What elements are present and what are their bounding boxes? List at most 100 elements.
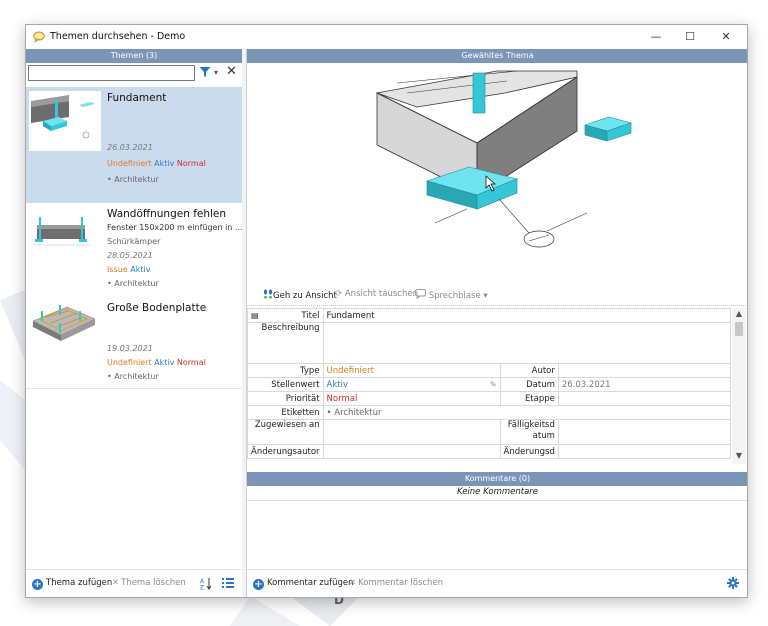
add-comment-label: Kommentar zufügen: [267, 578, 354, 588]
priority-badge: Normal: [176, 358, 206, 367]
selected-topic-header: Gewähltes Thema: [247, 49, 747, 63]
modified-date-value[interactable]: [557, 444, 731, 459]
topic-label: • Architektur: [107, 279, 159, 288]
comments-toolbar: + Kommentar zufügen ✕ Kommentar löschen: [247, 569, 747, 597]
modified-author-value[interactable]: [322, 444, 501, 459]
due-value[interactable]: [557, 419, 731, 445]
viewpoint-toolbar: Geh zu Ansicht ⟳ Ansicht tauschen Sprech…: [247, 283, 747, 306]
due-label: Fälligkeitsdatum: [499, 419, 559, 445]
topic-date: 28.05.2021: [107, 251, 153, 260]
chevron-down-icon: ▾: [483, 291, 488, 301]
pencil-icon[interactable]: ✎: [490, 380, 497, 389]
properties-scrollbar[interactable]: ▲ ▼: [732, 308, 746, 464]
viewpoint-snapshot[interactable]: [247, 63, 748, 283]
close-window-button[interactable]: ✕: [709, 25, 743, 49]
add-comment-button[interactable]: + Kommentar zufügen: [253, 578, 354, 590]
chevron-down-icon[interactable]: ▾: [214, 66, 218, 79]
status-badge: Aktiv: [130, 265, 151, 274]
description-value[interactable]: [322, 322, 731, 364]
speech-bubble-button[interactable]: Sprechblase ▾: [415, 289, 488, 301]
topic-title: Wandöffnungen fehlen: [107, 208, 227, 220]
search-input[interactable]: [28, 65, 195, 81]
modified-author-label: Änderungsautor: [247, 444, 324, 459]
maximize-button[interactable]: ☐: [673, 25, 707, 49]
assigned-value[interactable]: [322, 419, 501, 445]
stage-value[interactable]: [557, 391, 731, 406]
status-badge: Aktiv: [154, 358, 175, 367]
topics-header: Themen (3): [26, 49, 242, 63]
title-label: Titel: [301, 310, 320, 321]
swap-view-label: Ansicht tauschen: [344, 289, 418, 299]
topic-author: Schürkämper: [107, 237, 161, 246]
properties-grid: ▤ Titel Fundament Beschreibung Type Unde…: [247, 308, 731, 464]
comments-header: Kommentare (0): [247, 472, 747, 486]
plus-circle-icon: +: [32, 579, 43, 590]
delete-comment-label: Kommentar löschen: [358, 578, 444, 588]
topic-thumbnail: [29, 299, 101, 359]
plus-circle-icon: +: [253, 579, 264, 590]
status-value: Aktiv: [326, 379, 349, 390]
topic-thumbnail: [29, 207, 101, 267]
topics-toolbar: + Thema zufügen ✕ Thema löschen A Z: [26, 569, 242, 597]
window-title: Themen durchsehen - Demo: [50, 31, 186, 42]
topic-item-fundament[interactable]: Fundament 26.03.2021 Undefiniert Aktiv N…: [26, 87, 242, 203]
type-value[interactable]: Undefiniert: [322, 363, 501, 378]
topic-title: Große Bodenplatte: [107, 302, 207, 314]
scroll-down-icon[interactable]: ▼: [732, 451, 746, 460]
title-bar: Themen durchsehen - Demo — ☐ ✕: [26, 25, 747, 49]
grid-toggle-icon[interactable]: ▤: [251, 311, 259, 320]
delete-x-icon: ✕: [112, 578, 120, 588]
minimize-button[interactable]: —: [639, 25, 673, 49]
type-badge: Undefiniert: [107, 159, 152, 168]
close-icon[interactable]: ✕: [226, 65, 237, 79]
labels-label: Etiketten: [247, 405, 324, 420]
status-label: Stellenwert: [247, 377, 324, 392]
list-icon[interactable]: [222, 577, 234, 589]
topic-states: Issue Aktiv: [107, 265, 150, 274]
sort-az-icon[interactable]: A Z: [200, 577, 212, 590]
gear-icon[interactable]: [727, 577, 739, 589]
topic-states: Undefiniert Aktiv Normal: [107, 159, 206, 168]
topic-title: Fundament: [107, 92, 167, 104]
scroll-up-icon[interactable]: ▲: [732, 309, 746, 318]
topic-item-bodenplatte[interactable]: Große Bodenplatte 19.03.2021 Undefiniert…: [26, 297, 242, 387]
priority-label: Priorität: [247, 391, 324, 406]
title-value[interactable]: Fundament: [322, 308, 731, 323]
author-value[interactable]: [557, 363, 731, 378]
delete-topic-label: Thema löschen: [121, 578, 186, 588]
author-label: Autor: [499, 363, 559, 378]
goto-view-label: Geh zu Ansicht: [273, 291, 337, 301]
goto-view-button[interactable]: Geh zu Ansicht: [263, 289, 337, 301]
topic-states: Undefiniert Aktiv Normal: [107, 358, 206, 367]
topic-date: 19.03.2021: [107, 344, 153, 353]
speech-bubble-icon: [415, 289, 426, 300]
list-divider: [26, 388, 242, 389]
assigned-label: Zugewiesen an: [247, 419, 324, 445]
status-cell[interactable]: Aktiv ✎: [322, 377, 501, 392]
status-badge: Aktiv: [154, 159, 175, 168]
topic-item-wandoeffnungen[interactable]: Wandöffnungen fehlen Fenster 150x200 m e…: [26, 203, 243, 297]
date-value[interactable]: 26.03.2021: [557, 377, 731, 392]
filter-icon[interactable]: [199, 66, 211, 78]
date-label: Datum: [499, 377, 559, 392]
property-row-title: ▤ Titel: [247, 308, 324, 323]
add-topic-button[interactable]: + Thema zufügen: [32, 578, 112, 590]
topic-thumbnail: [29, 91, 101, 151]
stage-label: Etappe: [499, 391, 559, 406]
description-label: Beschreibung: [247, 322, 324, 364]
svg-text:Z: Z: [200, 585, 204, 591]
priority-value[interactable]: Normal: [322, 391, 501, 406]
delete-comment-button[interactable]: ✕ Kommentar löschen: [349, 578, 443, 588]
topic-label: • Architektur: [107, 175, 159, 184]
type-badge: Issue: [107, 265, 128, 274]
topics-panel: Themen (3) ▾ ✕ Fundament 26.03.2021 Unde…: [26, 49, 243, 597]
swap-view-button[interactable]: ⟳ Ansicht tauschen: [335, 289, 418, 299]
type-label: Type: [247, 363, 324, 378]
labels-value[interactable]: • Architektur: [322, 405, 731, 420]
delete-topic-button[interactable]: ✕ Thema löschen: [112, 578, 186, 588]
type-badge: Undefiniert: [107, 358, 152, 367]
scroll-thumb[interactable]: [735, 322, 743, 336]
footprints-icon: [263, 289, 273, 299]
add-topic-label: Thema zufügen: [46, 578, 113, 588]
speech-bubble-icon: [33, 31, 45, 43]
